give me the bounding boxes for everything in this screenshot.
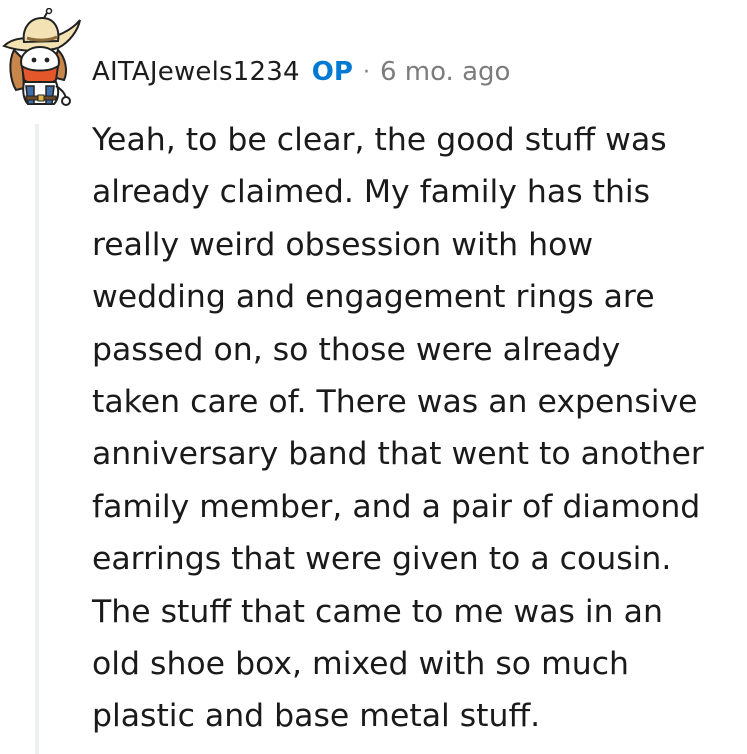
comment-body-line: The stuff that came to me was in an bbox=[92, 593, 663, 630]
comment-body-line: anniversary band that went to another bbox=[92, 436, 704, 473]
thread-collapse-line[interactable] bbox=[35, 124, 39, 754]
comment-body-line: taken care of. There was an expensive bbox=[92, 384, 698, 421]
comment-body: Yeah, to be clear, the good stuff was al… bbox=[92, 114, 742, 743]
comment-body-line: passed on, so those were already bbox=[92, 331, 621, 368]
comment-meta: AITAJewels1234 OP · 6 mo. ago bbox=[92, 52, 510, 92]
timestamp-link[interactable]: 6 mo. ago bbox=[380, 57, 510, 87]
cowboy-snoo-avatar-icon bbox=[2, 8, 81, 106]
meta-separator: · bbox=[362, 59, 370, 85]
comment-body-line: Yeah, to be clear, the good stuff was bbox=[92, 122, 667, 158]
op-badge: OP bbox=[311, 57, 353, 87]
comment-body-line: family member, and a pair of diamond bbox=[92, 488, 701, 525]
comment-body-line: wedding and engagement rings are bbox=[92, 279, 655, 316]
user-avatar[interactable] bbox=[0, 8, 84, 108]
comment-body-line: already claimed. My family has this bbox=[92, 174, 651, 211]
comment-body-line: earrings that were given to a cousin. bbox=[92, 541, 672, 578]
comment-body-line: old shoe box, mixed with so much bbox=[92, 646, 630, 683]
comment: AITAJewels1234 OP · 6 mo. ago Yeah, to b… bbox=[0, 0, 747, 754]
author-link[interactable]: AITAJewels1234 bbox=[92, 57, 300, 87]
comment-body-line: really weird obsession with how bbox=[92, 226, 594, 263]
comment-body-line: plastic and base metal stuff. bbox=[92, 698, 541, 735]
